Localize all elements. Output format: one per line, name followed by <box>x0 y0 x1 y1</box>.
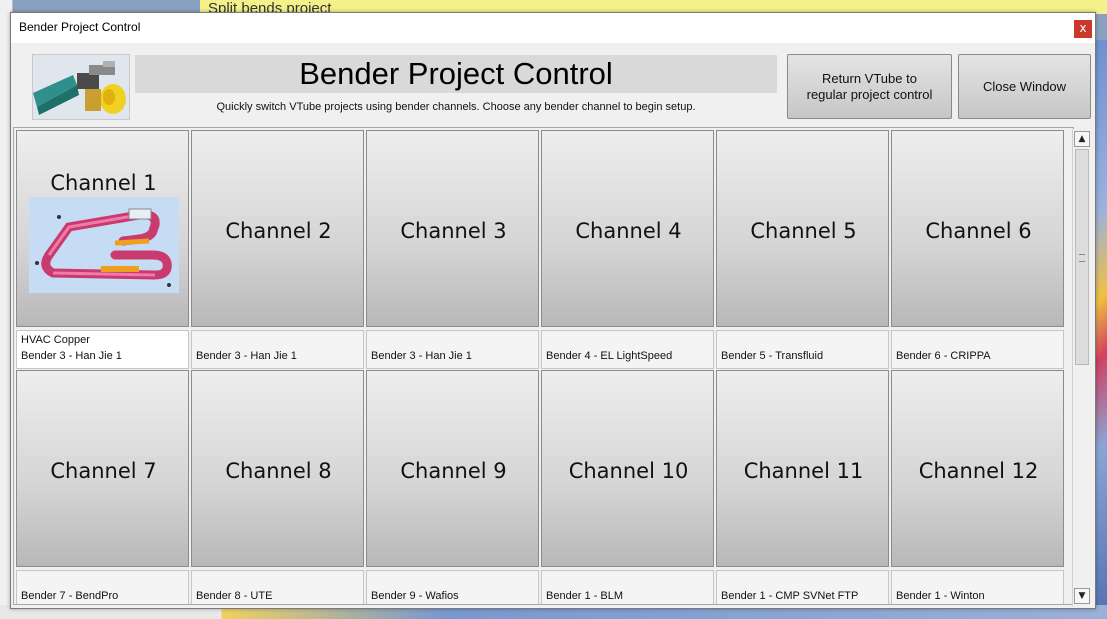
channel-bender-name: Bender 6 - CRIPPA <box>896 350 991 362</box>
channel-button[interactable]: Channel 5 <box>716 130 889 327</box>
channel-label: Channel 3 <box>400 219 507 243</box>
channel-label: Channel 6 <box>925 219 1032 243</box>
channel-info: Bender 3 - Han Jie 1 <box>191 330 364 369</box>
channel-bender-name: Bender 8 - UTE <box>196 590 273 602</box>
channel-button[interactable]: Channel 11 <box>716 370 889 567</box>
channel-button[interactable]: Channel 9 <box>366 370 539 567</box>
channel-info: Bender 9 - Wafios <box>366 570 539 604</box>
return-to-regular-control-button[interactable]: Return VTube to regular project control <box>787 54 952 119</box>
channel-info: Bender 5 - Transfluid <box>716 330 889 369</box>
channel-project-name: HVAC Copper <box>21 334 90 346</box>
close-icon[interactable]: x <box>1074 20 1092 38</box>
channel-bender-name: Bender 7 - BendPro <box>21 590 119 602</box>
channel-button[interactable]: Channel 2 <box>191 130 364 327</box>
return-button-line2: regular project control <box>806 86 933 102</box>
channel-grid: Channel 1 HVAC Copper Bender 3 - Han Jie… <box>13 127 1074 605</box>
channel-info: Bender 1 - BLM <box>541 570 714 604</box>
chevron-up-icon[interactable]: ▲ <box>1074 131 1090 147</box>
bender-machine-icon <box>32 54 130 120</box>
channel-info: Bender 7 - BendPro <box>16 570 189 604</box>
channel-info: Bender 4 - EL LightSpeed <box>541 330 714 369</box>
channel-label: Channel 8 <box>225 459 332 483</box>
channel-button[interactable]: Channel 6 <box>891 130 1064 327</box>
channel-button[interactable]: Channel 7 <box>16 370 189 567</box>
channel-label: Channel 5 <box>750 219 857 243</box>
channel-button[interactable]: Channel 12 <box>891 370 1064 567</box>
channel-bender-name: Bender 9 - Wafios <box>371 590 459 602</box>
channel-bender-name: Bender 5 - Transfluid <box>721 350 824 362</box>
channel-label: Channel 7 <box>50 459 157 483</box>
window-title: Bender Project Control <box>19 20 141 34</box>
channel-label: Channel 9 <box>400 459 507 483</box>
channel-info: Bender 6 - CRIPPA <box>891 330 1064 369</box>
channel-button[interactable]: Channel 8 <box>191 370 364 567</box>
channel-info: Bender 8 - UTE <box>191 570 364 604</box>
channel-button[interactable]: Channel 1 <box>16 130 189 327</box>
channel-bender-name: Bender 3 - Han Jie 1 <box>196 350 297 362</box>
channel-label: Channel 2 <box>225 219 332 243</box>
channel-label: Channel 11 <box>743 459 864 483</box>
header-banner: Bender Project Control <box>135 55 777 93</box>
channel-bender-name: Bender 1 - CMP SVNet FTP <box>721 590 859 602</box>
bender-project-control-window: Bender Project Control x Bender Project … <box>10 12 1096 609</box>
vertical-scrollbar[interactable]: ▲ ▼ <box>1072 129 1091 606</box>
channel-bender-name: Bender 1 - BLM <box>546 590 624 602</box>
channel-info: Bender 1 - CMP SVNet FTP <box>716 570 889 604</box>
channel-bender-name: Bender 4 - EL LightSpeed <box>546 350 673 362</box>
chevron-down-icon[interactable]: ▼ <box>1074 588 1090 604</box>
channel-button[interactable]: Channel 4 <box>541 130 714 327</box>
grip-icon <box>1079 254 1085 262</box>
page-title: Bender Project Control <box>299 56 613 91</box>
channel-bender-name: Bender 1 - Winton <box>896 590 985 602</box>
channel-info: Bender 3 - Han Jie 1 <box>366 330 539 369</box>
channel-button[interactable]: Channel 10 <box>541 370 714 567</box>
scrollbar-thumb[interactable] <box>1075 149 1089 365</box>
channel-label: Channel 12 <box>918 459 1039 483</box>
tube-thumbnail-image <box>29 197 179 293</box>
close-window-button[interactable]: Close Window <box>958 54 1091 119</box>
channel-label: Channel 1 <box>50 171 157 195</box>
channel-bender-name: Bender 3 - Han Jie 1 <box>371 350 472 362</box>
channel-info: Bender 1 - Winton <box>891 570 1064 604</box>
channel-bender-name: Bender 3 - Han Jie 1 <box>21 350 122 362</box>
page-subtitle: Quickly switch VTube projects using bend… <box>216 101 696 113</box>
title-bar[interactable]: Bender Project Control x <box>11 13 1095 43</box>
return-button-line1: Return VTube to <box>822 70 917 86</box>
channel-button[interactable]: Channel 3 <box>366 130 539 327</box>
channel-label: Channel 4 <box>575 219 682 243</box>
channel-label: Channel 10 <box>568 459 689 483</box>
channel-info: HVAC Copper Bender 3 - Han Jie 1 <box>16 330 189 369</box>
